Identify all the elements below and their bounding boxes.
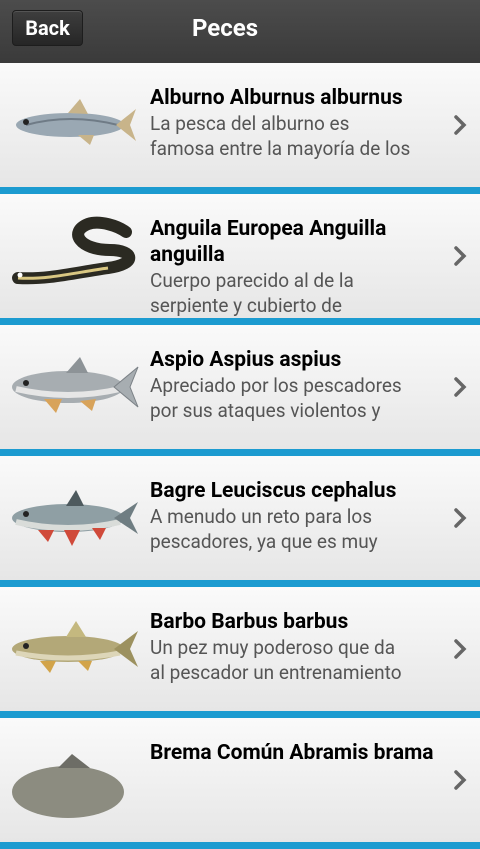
fish-name: Alburno Alburnus alburnus <box>150 86 403 110</box>
chevron-right-icon <box>454 770 467 790</box>
list-item-text: Alburno Alburnus alburnus La pesca del a… <box>150 85 440 161</box>
list-item-text: Aspio Aspius aspius Apreciado por los pe… <box>150 347 440 423</box>
list-item[interactable]: Anguila Europea Anguilla anguilla Cuerpo… <box>0 194 480 325</box>
fish-thumbnail <box>16 99 136 145</box>
page-title: Peces <box>191 14 259 42</box>
fish-description: Apreciado por los pescadores <box>150 374 402 397</box>
fish-description: La pesca del alburno es <box>150 112 350 135</box>
fish-description: Un pez muy poderoso que da <box>150 636 396 659</box>
fish-description: famosa entre la mayoría de los <box>150 137 411 160</box>
fish-list: Alburno Alburnus alburnus La pesca del a… <box>0 63 480 849</box>
list-item-text: Barbo Barbus barbus Un pez muy poderoso … <box>150 609 440 685</box>
list-item-text: Bagre Leuciscus cephalus A menudo un ret… <box>150 478 440 554</box>
fish-description: A menudo un reto para los <box>150 505 373 528</box>
chevron-right-icon <box>454 639 467 659</box>
fish-name: Aspio Aspius aspius <box>150 348 342 372</box>
fish-description: al pescador un entrenamiento <box>150 661 402 684</box>
fish-thumbnail <box>12 621 138 673</box>
fish-thumbnail <box>12 357 139 413</box>
chevron-right-icon <box>454 246 467 266</box>
top-bar: Back Peces <box>0 0 480 63</box>
fish-description: Cuerpo parecido al de la <box>150 269 354 292</box>
fish-thumbnail <box>12 754 124 818</box>
fish-name: Anguila Europea Anguilla anguilla <box>150 217 387 267</box>
list-item[interactable]: Barbo Barbus barbus Un pez muy poderoso … <box>0 587 480 718</box>
chevron-right-icon <box>454 115 467 135</box>
fish-name: Brema Común Abramis brama <box>150 741 434 765</box>
chevron-right-icon <box>454 377 467 397</box>
list-item-text: Brema Común Abramis brama <box>150 740 440 766</box>
fish-name: Bagre Leuciscus cephalus <box>150 479 397 503</box>
list-item[interactable]: Brema Común Abramis brama <box>0 718 480 849</box>
fish-description: serpiente y cubierto de <box>150 294 342 317</box>
fish-description: por sus ataques violentos y <box>150 399 381 422</box>
fish-description: pescadores, ya que es muy <box>150 530 378 553</box>
list-item[interactable]: Bagre Leuciscus cephalus A menudo un ret… <box>0 456 480 587</box>
fish-thumbnail <box>12 216 136 285</box>
list-item[interactable]: Alburno Alburnus alburnus La pesca del a… <box>0 63 480 194</box>
fish-name: Barbo Barbus barbus <box>150 610 349 634</box>
list-item-text: Anguila Europea Anguilla anguilla Cuerpo… <box>150 216 440 318</box>
list-item[interactable]: Aspio Aspius aspius Apreciado por los pe… <box>0 325 480 456</box>
chevron-right-icon <box>454 508 467 528</box>
fish-thumbnail <box>12 490 138 546</box>
